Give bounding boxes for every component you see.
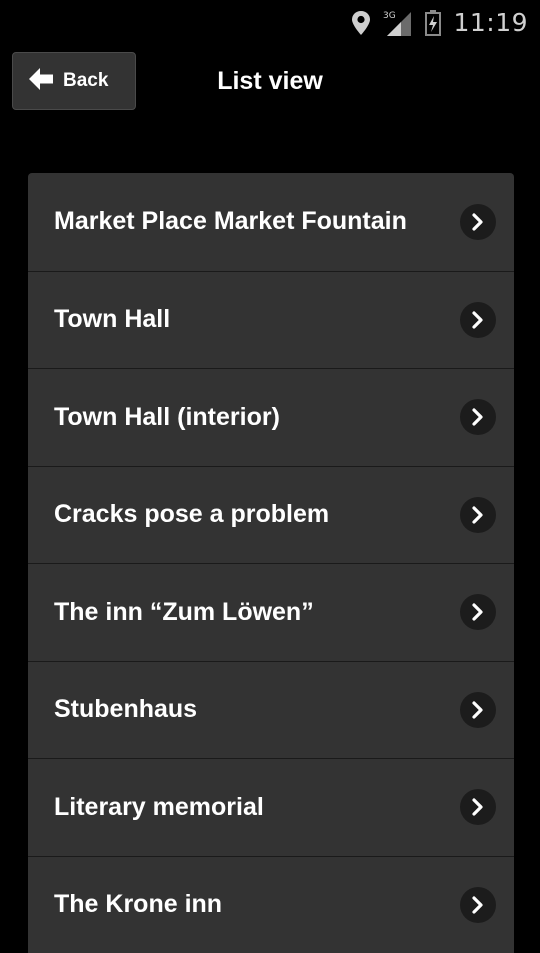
list-item-label: The Krone inn [54,890,460,919]
location-pin-icon [351,10,371,36]
chevron-right-icon [460,399,496,435]
list-item[interactable]: Stubenhaus [28,661,514,759]
list-item[interactable]: Town Hall (interior) [28,368,514,466]
signal-icon: 3G [383,9,413,37]
list-item-label: Town Hall [54,305,460,334]
chevron-right-icon [460,497,496,533]
list-item-label: Stubenhaus [54,695,460,724]
chevron-right-icon [460,789,496,825]
chevron-right-icon [460,594,496,630]
list-item[interactable]: The inn “Zum Löwen” [28,563,514,661]
page-title: List view [0,67,540,96]
list-item[interactable]: Cracks pose a problem [28,466,514,564]
clock: 11:19 [453,8,528,37]
list-item-label: Market Place Market Fountain [54,207,460,236]
list-item-label: Literary memorial [54,793,460,822]
chevron-right-icon [460,204,496,240]
list-item-label: The inn “Zum Löwen” [54,598,460,627]
chevron-right-icon [460,692,496,728]
list-item[interactable]: Town Hall [28,271,514,369]
list-item[interactable]: Literary memorial [28,758,514,856]
header: Back List view [0,45,540,120]
battery-icon [425,10,441,36]
chevron-right-icon [460,302,496,338]
chevron-right-icon [460,887,496,923]
list-item[interactable]: The Krone inn [28,856,514,953]
list: Market Place Market Fountain Town Hall T… [28,173,514,953]
status-bar: 3G 11:19 [0,0,540,45]
list-item-label: Cracks pose a problem [54,500,460,529]
list-item[interactable]: Market Place Market Fountain [28,173,514,271]
network-type-label: 3G [383,11,396,21]
list-item-label: Town Hall (interior) [54,403,460,432]
